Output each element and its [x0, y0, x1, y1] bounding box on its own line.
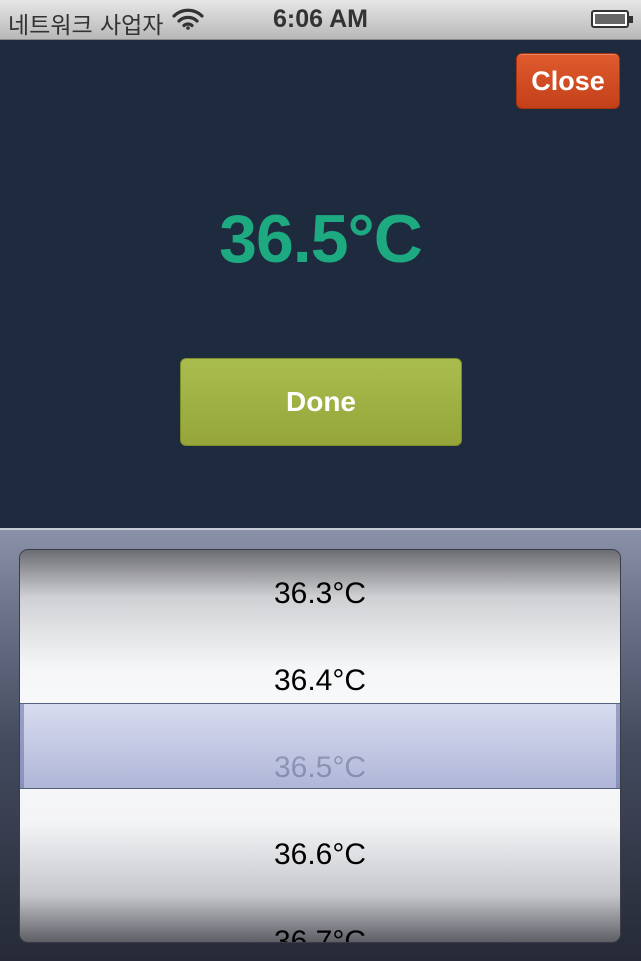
status-time: 6:06 AM	[273, 5, 368, 33]
done-button[interactable]: Done	[180, 358, 462, 446]
picker-option[interactable]: 36.7°C	[20, 898, 620, 943]
picker-wheel[interactable]: 36.3°C 36.4°C 36.5°C 36.6°C 36.7°C	[20, 550, 620, 942]
picker-option[interactable]: 36.4°C	[20, 637, 620, 724]
picker-option-selected[interactable]: 36.5°C	[20, 724, 620, 811]
close-button[interactable]: Close	[516, 53, 620, 109]
picker-option[interactable]: 36.3°C	[20, 550, 620, 637]
battery-icon	[591, 10, 633, 28]
picker-option[interactable]: 36.6°C	[20, 811, 620, 898]
temperature-display: 36.5°C	[219, 201, 423, 277]
battery-nub	[629, 16, 633, 23]
status-bar: 네트워크 사업자 6:06 AM	[0, 0, 641, 40]
battery-fill	[595, 14, 625, 24]
temperature-picker[interactable]: 36.3°C 36.4°C 36.5°C 36.6°C 36.7°C	[0, 528, 641, 961]
